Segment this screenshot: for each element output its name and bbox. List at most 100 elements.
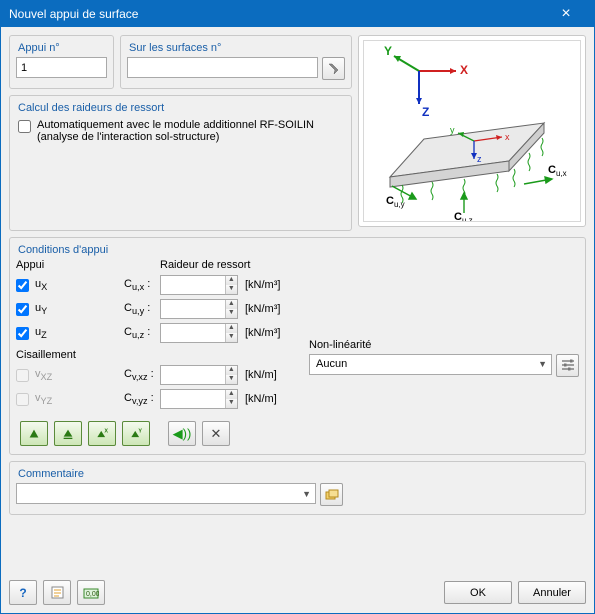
chevron-down-icon: ▼ xyxy=(302,489,311,499)
preset-3-button[interactable]: X xyxy=(88,421,116,446)
soilin-checkbox[interactable] xyxy=(18,120,31,133)
commentaire-lib-button[interactable] xyxy=(320,483,343,506)
row-uy[interactable]: uY xyxy=(16,302,124,316)
group-commentaire: Commentaire ▼ xyxy=(9,461,586,515)
row-vyz: vYZ xyxy=(16,392,124,406)
commentaire-combo[interactable]: ▼ xyxy=(16,483,316,504)
row-uz[interactable]: uZ xyxy=(16,326,124,340)
library-icon xyxy=(325,489,339,501)
row-vxz: vXZ xyxy=(16,368,124,382)
units-button[interactable]: 0,00 xyxy=(77,580,105,605)
hdr-appui: Appui xyxy=(16,259,124,271)
spin-cux[interactable]: ▲▼ xyxy=(160,275,238,295)
svg-text:C: C xyxy=(454,211,462,221)
nonlin-edit-button[interactable] xyxy=(556,354,579,377)
group-appui-no: Appui n° xyxy=(9,35,114,89)
units-icon: 0,00 xyxy=(83,586,99,600)
close-icon[interactable]: × xyxy=(546,1,586,27)
preset-4-button[interactable]: Y xyxy=(122,421,150,446)
svg-text:u,x: u,x xyxy=(556,169,567,178)
support-icon-x: X xyxy=(95,426,109,442)
appui-no-input[interactable] xyxy=(16,57,107,78)
nonlinearity-block: Non-linéarité Aucun ▼ xyxy=(309,259,579,409)
preset-toolbar: X Y ◀)) ✕ xyxy=(16,419,579,446)
support-icon-y: Y xyxy=(129,426,143,442)
label-surfaces: Sur les surfaces n° xyxy=(127,42,345,54)
svg-text:Y: Y xyxy=(138,428,142,434)
help-button[interactable]: ? xyxy=(9,580,37,605)
svg-text:C: C xyxy=(548,164,556,176)
unit-cvyz: [kN/m] xyxy=(245,393,285,405)
group-raideurs: Calcul des raideurs de ressort Automatiq… xyxy=(9,95,352,231)
input-cux[interactable] xyxy=(161,276,225,294)
nonlin-select[interactable]: Aucun ▼ xyxy=(309,354,552,375)
spin-cuz[interactable]: ▲▼ xyxy=(160,323,238,343)
support-icon-2 xyxy=(61,426,75,442)
unit-cvxz: [kN/m] xyxy=(245,369,285,381)
unit-cux: [kN/m³] xyxy=(245,279,285,291)
hdr-raideur: Raideur de ressort xyxy=(160,259,285,271)
dialog-body: Appui n° Sur les surfaces n° xyxy=(1,27,594,613)
label-conditions: Conditions d'appui xyxy=(16,244,579,256)
illustration: X Y Z xyxy=(364,41,580,221)
label-cuz: Cu,z : xyxy=(124,326,160,340)
picker-icon xyxy=(327,62,341,76)
note-button[interactable] xyxy=(43,580,71,605)
row-ux[interactable]: uX xyxy=(16,278,124,292)
group-conditions: Conditions d'appui Appui Raideur de ress… xyxy=(9,237,586,455)
spin-cuy[interactable]: ▲▼ xyxy=(160,299,238,319)
preset-cross-button[interactable]: ✕ xyxy=(202,421,230,446)
group-surfaces: Sur les surfaces n° xyxy=(120,35,352,89)
help-icon: ? xyxy=(19,586,26,600)
note-icon xyxy=(50,585,65,600)
window-title: Nouvel appui de surface xyxy=(9,7,138,21)
surfaces-input[interactable] xyxy=(127,57,318,78)
cross-arrows-icon: ✕ xyxy=(211,426,222,442)
label-appui-no: Appui n° xyxy=(16,42,107,54)
label-cvxz: Cv,xz : xyxy=(124,368,160,382)
input-cuz[interactable] xyxy=(161,324,225,342)
uy-checkbox[interactable] xyxy=(16,303,29,316)
label-raideurs: Calcul des raideurs de ressort xyxy=(16,102,345,114)
conditions-grid: Appui Raideur de ressort uX Cu,x : ▲▼ [k… xyxy=(16,259,285,409)
ok-button[interactable]: OK xyxy=(444,581,512,604)
svg-text:u,z: u,z xyxy=(462,216,473,221)
spin-cvyz[interactable]: ▲▼ xyxy=(160,389,238,409)
input-cvxz[interactable] xyxy=(161,366,225,384)
nonlin-value: Aucun xyxy=(316,358,347,370)
label-nonlin: Non-linéarité xyxy=(309,339,579,351)
top-row: Appui n° Sur les surfaces n° xyxy=(9,35,586,231)
illustration-box: X Y Z xyxy=(358,35,586,227)
surface-picker-button[interactable] xyxy=(322,57,345,80)
titlebar: Nouvel appui de surface × xyxy=(1,1,594,27)
svg-text:z: z xyxy=(477,154,482,164)
unit-cuz: [kN/m³] xyxy=(245,327,285,339)
svg-text:C: C xyxy=(386,195,394,207)
preset-sound-button[interactable]: ◀)) xyxy=(168,421,196,446)
vxz-checkbox xyxy=(16,369,29,382)
hdr-cisaillement: Cisaillement xyxy=(16,349,285,361)
vyz-checkbox xyxy=(16,393,29,406)
soilin-label: Automatiquement avec le module additionn… xyxy=(37,119,314,131)
svg-text:Y: Y xyxy=(384,44,392,58)
ux-checkbox[interactable] xyxy=(16,279,29,292)
preset-1-button[interactable] xyxy=(20,421,48,446)
svg-text:y: y xyxy=(450,125,455,135)
soilin-label-2: (analyse de l'interaction sol-structure) xyxy=(37,131,219,143)
input-cuy[interactable] xyxy=(161,300,225,318)
label-cuy: Cu,y : xyxy=(124,302,160,316)
svg-text:0,00: 0,00 xyxy=(86,591,99,598)
speaker-icon: ◀)) xyxy=(173,426,192,442)
cancel-button[interactable]: Annuler xyxy=(518,581,586,604)
svg-text:Z: Z xyxy=(422,105,429,119)
spin-cvxz[interactable]: ▲▼ xyxy=(160,365,238,385)
preset-2-button[interactable] xyxy=(54,421,82,446)
label-commentaire: Commentaire xyxy=(16,468,579,480)
soilin-row: Automatiquement avec le module additionn… xyxy=(16,117,345,143)
uz-checkbox[interactable] xyxy=(16,327,29,340)
input-cvyz[interactable] xyxy=(161,390,225,408)
label-cux: Cu,x : xyxy=(124,278,160,292)
support-icon-1 xyxy=(27,426,41,442)
svg-text:x: x xyxy=(505,132,510,142)
svg-text:X: X xyxy=(104,428,108,434)
